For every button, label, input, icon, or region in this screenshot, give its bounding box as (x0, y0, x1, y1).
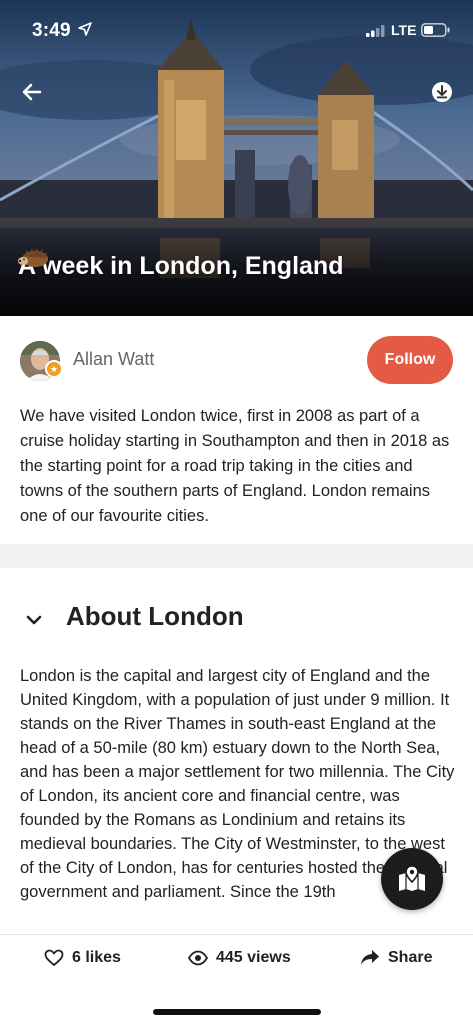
bottom-action-bar: 6 likes 445 views Share (0, 934, 473, 1024)
heart-icon (44, 949, 64, 966)
share-button[interactable]: Share (360, 949, 432, 967)
home-indicator (153, 1009, 321, 1015)
hedgehog-icon (18, 248, 48, 267)
star-badge-icon: ★ (45, 360, 63, 378)
hero-image: 3:49 LTE A week in London, England (0, 0, 473, 316)
map-marker-icon (399, 865, 425, 891)
trip-title-text: A week in London, England (18, 251, 344, 280)
status-bar: 3:49 LTE (0, 0, 473, 58)
chevron-down-icon[interactable] (24, 610, 44, 630)
back-arrow-icon (22, 83, 42, 101)
views-count-group: 445 views (188, 949, 291, 967)
network-label: LTE (391, 22, 417, 38)
share-label: Share (388, 949, 433, 966)
share-icon (361, 950, 379, 965)
section-divider (0, 544, 473, 568)
author-row: ★ Allan Watt Follow (0, 316, 473, 404)
author-name[interactable]: Allan Watt (73, 349, 154, 370)
trip-description: We have visited London twice, first in 2… (20, 407, 450, 525)
download-icon (432, 82, 452, 102)
section-header[interactable]: About London (0, 596, 473, 642)
eye-icon (188, 950, 208, 966)
trip-title: A week in London, England (18, 246, 343, 286)
section-title: About London (66, 601, 244, 631)
likes-button[interactable]: 6 likes (44, 949, 121, 967)
map-button[interactable] (381, 848, 443, 910)
status-time: 3:49 (32, 20, 71, 41)
download-button[interactable] (430, 80, 454, 104)
likes-count: 6 likes (72, 949, 121, 966)
follow-button[interactable]: Follow (367, 336, 453, 384)
views-count: 445 views (216, 949, 291, 966)
back-button[interactable] (18, 78, 46, 106)
